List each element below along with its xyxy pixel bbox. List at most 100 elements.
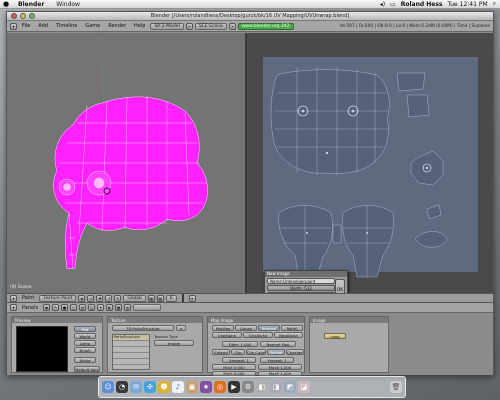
buttons-editor-icon[interactable]: ▾ (10, 304, 17, 311)
layer2-icon[interactable]: ▦ (156, 294, 164, 302)
filter-field[interactable]: Filter: 1.000 (222, 341, 258, 347)
battery-icon[interactable]: ▭ (390, 1, 396, 8)
window-titlebar[interactable]: Blender [/Users/rolandhess/Desktop/gurck… (7, 12, 493, 21)
texture-users-button[interactable]: × (176, 325, 186, 331)
scene-selector[interactable]: SCE:Scene (194, 22, 227, 30)
system-preferences-icon[interactable]: ⚙ (242, 381, 254, 393)
blender-icon[interactable]: ◎ (214, 381, 226, 393)
panels-menu[interactable]: Panels (19, 305, 41, 311)
yrepeat-field[interactable]: Yrepeat: 1 (260, 357, 294, 363)
app-icon[interactable]: ◨ (270, 381, 282, 393)
preview-world-button[interactable]: World (74, 333, 96, 339)
texture-channel-list[interactable]: PartsStructure (112, 334, 150, 370)
repeat-button[interactable]: Repeat (267, 349, 285, 355)
orientation-selector[interactable]: Global (123, 294, 146, 302)
imovie-icon[interactable]: ★ (200, 381, 212, 393)
texture-type-selector[interactable]: Image (154, 340, 194, 346)
subtab-field[interactable] (133, 304, 162, 311)
apple-menu-icon[interactable]: ● (0, 0, 12, 8)
rot90-toggle[interactable]: Rot90 (281, 325, 303, 331)
preview-mat-button[interactable]: Mat (74, 326, 96, 332)
terminal-icon[interactable]: ▶ (228, 381, 240, 393)
checker-button[interactable]: Checker (286, 349, 304, 355)
screen-selector[interactable]: SR:2-Model (150, 22, 184, 30)
menu-window[interactable]: Window (50, 1, 86, 8)
maxx-field[interactable]: MaxX 1.000 (258, 364, 302, 370)
scene-tab-icon[interactable]: ◫ (88, 304, 96, 311)
close-scene-icon[interactable]: × (228, 22, 236, 30)
close-screen-icon[interactable]: × (185, 22, 193, 30)
shading-tab-icon[interactable]: ● (61, 304, 69, 311)
minx-field[interactable]: MinX 0.000 (212, 364, 256, 370)
editing-tab-icon[interactable]: ▤ (79, 304, 87, 311)
volume-icon[interactable]: ◂) (380, 1, 385, 8)
suzanne-mesh (7, 33, 245, 293)
mail-icon[interactable]: ✉ (130, 381, 142, 393)
editor-type-icon[interactable]: ▾ (10, 294, 17, 302)
3d-viewport[interactable]: (0) Scene (7, 33, 247, 293)
default-vars-button[interactable]: Default Vars (74, 366, 100, 372)
menu-app-blender[interactable]: Blender (12, 1, 50, 8)
iphoto-icon[interactable]: ▣ (186, 381, 198, 393)
itunes-icon[interactable]: ♪ (172, 381, 184, 393)
extend-button[interactable]: Extend (212, 349, 230, 355)
app-icon[interactable]: ◪ (298, 381, 310, 393)
texture-name-field[interactable]: TE:PartsStructure (112, 325, 174, 331)
usealpha-toggle[interactable]: UseAlpha (212, 332, 242, 338)
preview-alpha-button[interactable]: Alpha (74, 357, 96, 363)
normal-map-toggle[interactable]: Normal Map (260, 341, 296, 347)
minimize-icon[interactable] (20, 13, 26, 19)
draw-type-icon[interactable]: ◈ (78, 294, 86, 302)
logic-tab-icon[interactable]: ◉ (43, 304, 51, 311)
menu-paint[interactable]: Paint (19, 295, 37, 301)
clipcube-button[interactable]: Clip Cube (246, 349, 266, 355)
menu-render[interactable]: Render (105, 23, 129, 29)
object-tab-icon[interactable]: ▢ (70, 304, 78, 311)
uv-image-editor[interactable] (247, 33, 493, 293)
script-tab-icon[interactable]: ✎ (52, 304, 60, 311)
calcalpha-toggle[interactable]: CalcAlpha (243, 332, 273, 338)
translate-icon[interactable]: ↗ (105, 294, 113, 302)
xrepeat-field[interactable]: Xrepeat: 1 (222, 357, 256, 363)
zoom-icon[interactable] (29, 13, 35, 19)
window-type-icon[interactable]: ▾ (10, 22, 17, 30)
world-tab-icon[interactable]: ◍ (124, 304, 132, 311)
interpol-toggle[interactable]: Interpol (258, 325, 280, 331)
image-width-field[interactable]: Width: 512 (267, 285, 335, 291)
preview-lamp-button[interactable]: Lamp (74, 340, 96, 346)
layer-field[interactable]: 6 (165, 294, 177, 302)
load-image-button[interactable]: Load (324, 333, 346, 339)
gauss-toggle[interactable]: Gauss (235, 325, 257, 331)
finder-icon[interactable]: ☺ (102, 381, 114, 393)
trash-icon[interactable]: 🗑 (390, 381, 402, 393)
texture-slot[interactable] (113, 359, 149, 365)
spotlight-icon[interactable]: ⌕ (493, 0, 496, 8)
app-icon[interactable]: ◩ (284, 381, 296, 393)
close-icon[interactable] (11, 13, 17, 19)
mode-selector[interactable]: Texture Paint (39, 294, 77, 302)
manipulator-icon[interactable]: ✥ (96, 294, 104, 302)
layer-icon[interactable]: ▦ (147, 294, 155, 302)
ichat-icon[interactable]: ☻ (158, 381, 170, 393)
material-tab-icon[interactable]: ◐ (106, 304, 114, 311)
image-name-field[interactable]: Name:Untexeigerpaint (267, 278, 335, 284)
menu-file[interactable]: File (19, 23, 33, 29)
pivot-icon[interactable]: ⊙ (87, 294, 95, 302)
dashboard-icon[interactable]: ◔ (116, 381, 128, 393)
rotate-icon[interactable]: ↻ (114, 294, 122, 302)
preview-brush-button[interactable]: Brush (74, 347, 96, 353)
clip-button[interactable]: Clip (231, 349, 245, 355)
safari-icon[interactable]: ✣ (144, 381, 156, 393)
clock[interactable]: Tue 12:41 PM (447, 1, 487, 8)
menu-timeline[interactable]: Timeline (53, 23, 80, 29)
uv-editor-type-icon[interactable]: ▾ (188, 294, 196, 302)
app-icon[interactable]: ◧ (256, 381, 268, 393)
lamp-tab-icon[interactable]: ☀ (97, 304, 105, 311)
negalpha-toggle[interactable]: NegAlpha (274, 332, 303, 338)
menu-game[interactable]: Game (82, 23, 103, 29)
user-name[interactable]: Roland Hess (401, 1, 443, 8)
texture-tab-icon[interactable]: ▩ (115, 304, 123, 311)
mipmap-toggle[interactable]: MipMap (212, 325, 234, 331)
menu-help[interactable]: Help (131, 23, 148, 29)
menu-add[interactable]: Add (35, 23, 51, 29)
